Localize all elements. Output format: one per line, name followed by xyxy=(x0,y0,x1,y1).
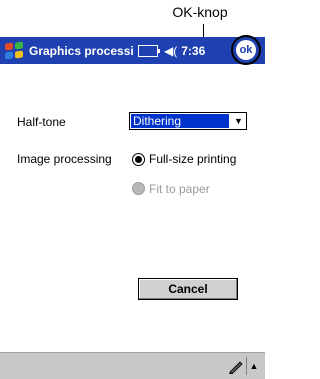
ok-button-callout: OK-knop xyxy=(172,4,228,20)
full-size-printing-label[interactable]: Full-size printing xyxy=(149,152,236,166)
pen-icon[interactable] xyxy=(228,360,244,374)
halftone-label: Half-tone xyxy=(17,115,66,129)
full-size-printing-radio[interactable] xyxy=(132,153,145,166)
image-processing-label: Image processing xyxy=(17,152,112,166)
ok-button[interactable]: ok xyxy=(236,40,256,60)
clock-time[interactable]: 7:36 xyxy=(181,44,205,58)
ok-button-highlight: ok xyxy=(231,35,261,65)
halftone-dropdown[interactable]: Dithering ▼ xyxy=(129,112,247,130)
chevron-up-icon[interactable]: ▲ xyxy=(246,357,261,375)
fit-to-paper-radio[interactable] xyxy=(132,182,145,195)
title-bar: Graphics processing ◀( 7:36 xyxy=(0,37,265,64)
cancel-button[interactable]: Cancel xyxy=(138,278,238,300)
windows-flag-icon[interactable] xyxy=(4,40,26,61)
menu-bar: ▲ xyxy=(0,352,265,379)
battery-icon[interactable] xyxy=(138,44,160,57)
fit-to-paper-label[interactable]: Fit to paper xyxy=(149,182,210,196)
halftone-selected-value: Dithering xyxy=(131,114,229,128)
dropdown-arrow-icon[interactable]: ▼ xyxy=(231,113,246,129)
app-title: Graphics processing xyxy=(29,43,134,58)
speaker-icon[interactable]: ◀( xyxy=(164,44,177,58)
